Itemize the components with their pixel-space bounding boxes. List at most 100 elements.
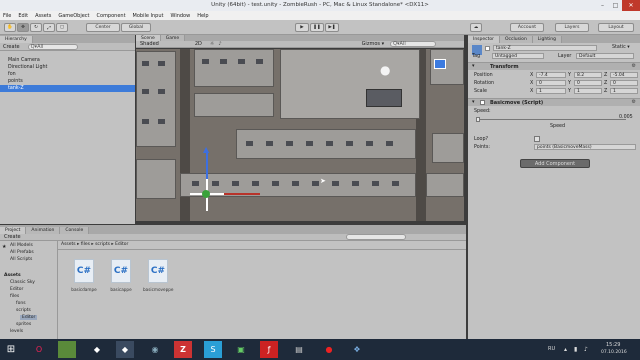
hierarchy-item-main-camera[interactable]: Main Camera [0,57,135,64]
hierarchy-item-tank-z[interactable]: tank-Z [0,85,135,92]
position-z-field[interactable]: -5.04 [610,72,638,78]
start-button-icon[interactable]: ⊞ [2,341,20,358]
tab-animation[interactable]: Animation [26,227,61,234]
pivot-global-toggle[interactable]: Global [121,23,151,32]
menu-component[interactable]: Component [97,13,126,19]
tab-lighting[interactable]: Lighting [532,36,562,43]
tree-item-sprites[interactable]: sprites [16,322,31,327]
language-indicator[interactable]: RU [548,346,555,352]
transform-header[interactable]: ▾ Transform ⚙ [468,62,640,70]
component-settings-icon[interactable]: ⚙ [632,63,636,69]
loop-checkbox[interactable] [534,136,540,142]
tag-dropdown[interactable]: Untagged [492,53,544,59]
pause-icon[interactable]: ❚❚ [310,23,324,32]
project-breadcrumb[interactable]: Assets ▸ files ▸ scripts ▸ Editor [61,242,128,247]
script-enabled-checkbox[interactable] [480,100,485,105]
scene-search-input[interactable]: Q▾All [390,41,437,47]
maximize-icon[interactable]: □ [609,0,622,11]
unity-active-icon[interactable]: ◆ [116,341,134,358]
speed-value[interactable]: 0.005 [619,115,633,120]
photo-viewer-icon[interactable]: ▣ [232,341,250,358]
points-object-field[interactable]: points (BasicmoveMass) [534,144,636,150]
scale-y-field[interactable]: 1 [574,88,602,94]
tab-hierarchy[interactable]: Hierarchy [0,36,33,43]
layout-dropdown[interactable]: Layout [598,23,634,32]
file-name[interactable]: basicdampe [69,287,99,292]
menu-assets[interactable]: Assets [35,13,51,19]
tree-item-all-prefabs[interactable]: All Prefabs [10,250,34,255]
tree-item-all-scripts[interactable]: All Scripts [10,257,32,262]
tree-item-scripts[interactable]: scripts [16,308,31,313]
csharp-file-icon[interactable]: C# [74,259,94,283]
rotation-x-field[interactable]: 0 [536,80,566,86]
layers-dropdown[interactable]: Layers [555,23,589,32]
scale-z-field[interactable]: 1 [610,88,638,94]
hierarchy-item-points[interactable]: points [0,78,135,85]
rotate-tool-icon[interactable]: ↻ [30,23,42,32]
tab-occlusion[interactable]: Occlusion [500,36,533,43]
file-name[interactable]: basicappe [106,287,136,292]
blender-icon[interactable]: ◉ [146,341,164,358]
project-search-input[interactable] [346,234,406,240]
menu-gameobject[interactable]: GameObject [58,13,89,19]
skype-icon[interactable]: S [204,341,222,358]
tab-inspector[interactable]: Inspector [468,36,500,43]
object-name-field[interactable]: tank-Z [493,45,597,51]
csharp-file-icon[interactable]: C# [111,259,131,283]
tree-item-fons[interactable]: fons [16,301,26,306]
hierarchy-item-fon[interactable]: fon [0,71,135,78]
menu-edit[interactable]: Edit [18,13,28,19]
hierarchy-item-directional-light[interactable]: Directional Light [0,64,135,71]
image-tool-icon[interactable]: ▤ [290,341,308,358]
position-y-field[interactable]: 8.2 [574,72,602,78]
rotation-z-field[interactable]: 0 [610,80,638,86]
clock-time[interactable]: 15:29 [606,342,620,348]
position-x-field[interactable]: -7.4 [536,72,566,78]
cloud-icon[interactable]: ☁ [470,23,482,32]
tree-item-all-models[interactable]: All Models [10,243,33,248]
add-component-button[interactable]: Add Component [520,159,590,168]
clock-date[interactable]: 07.10.2016 [601,350,627,355]
record-icon[interactable]: ● [320,341,338,358]
flash-icon[interactable]: ƒ [260,341,278,358]
network-icon[interactable]: ▮ [574,346,577,353]
scene-audio-icon[interactable]: ♪ [218,41,221,47]
speed-slider-track[interactable] [476,119,626,120]
minimize-icon[interactable]: – [596,0,609,11]
tree-item-files[interactable]: files [10,294,19,299]
step-icon[interactable]: ▶❚ [325,23,339,32]
layer-dropdown[interactable]: Default [576,53,634,59]
move-tool-icon[interactable]: ✥ [17,23,29,32]
network-tool-icon[interactable]: ❖ [348,341,366,358]
volume-icon[interactable]: ♪ [584,346,588,353]
camera-gizmo-icon[interactable]: ● [380,63,390,77]
account-dropdown[interactable]: Account [510,23,544,32]
tray-up-arrow-icon[interactable]: ▴ [564,346,567,353]
tab-project[interactable]: Project [0,227,27,234]
hierarchy-create-button[interactable]: Create [3,44,20,50]
opera-icon[interactable]: O [30,341,48,358]
script-component-header[interactable]: ▾ Basicmove (Script) ⚙ [468,98,640,106]
project-create-button[interactable]: Create [4,234,21,240]
scene-viewport[interactable]: ● ▲ ➤ [136,49,464,221]
menu-file[interactable]: File [3,13,11,19]
csharp-file-icon[interactable]: C# [148,259,168,283]
static-dropdown[interactable]: Static ▾ [612,45,630,50]
play-icon[interactable]: ▶ [295,23,309,32]
hierarchy-search-input[interactable]: Q▾All [27,43,78,50]
scale-x-field[interactable]: 1 [536,88,566,94]
tab-console[interactable]: Console [60,227,90,234]
rect-tool-icon[interactable]: ▢ [56,23,68,32]
rotation-y-field[interactable]: 0 [574,80,602,86]
tree-item-classic-sky[interactable]: Classic Sky [10,280,35,285]
minecraft-icon[interactable] [58,341,76,358]
tree-item-scripts-editor[interactable]: Editor [20,315,38,320]
tree-item-editor[interactable]: Editor [10,287,23,292]
scale-tool-icon[interactable]: ⤢ [43,23,55,32]
filezilla-icon[interactable]: Z [174,341,192,358]
file-name[interactable]: basicmoveppe [143,287,173,292]
gizmos-dropdown[interactable]: Gizmos ▾ [362,41,385,47]
gizmo-x-handle[interactable] [224,193,260,195]
tree-item-assets[interactable]: Assets [4,273,21,278]
hand-tool-icon[interactable]: ✋ [4,23,16,32]
